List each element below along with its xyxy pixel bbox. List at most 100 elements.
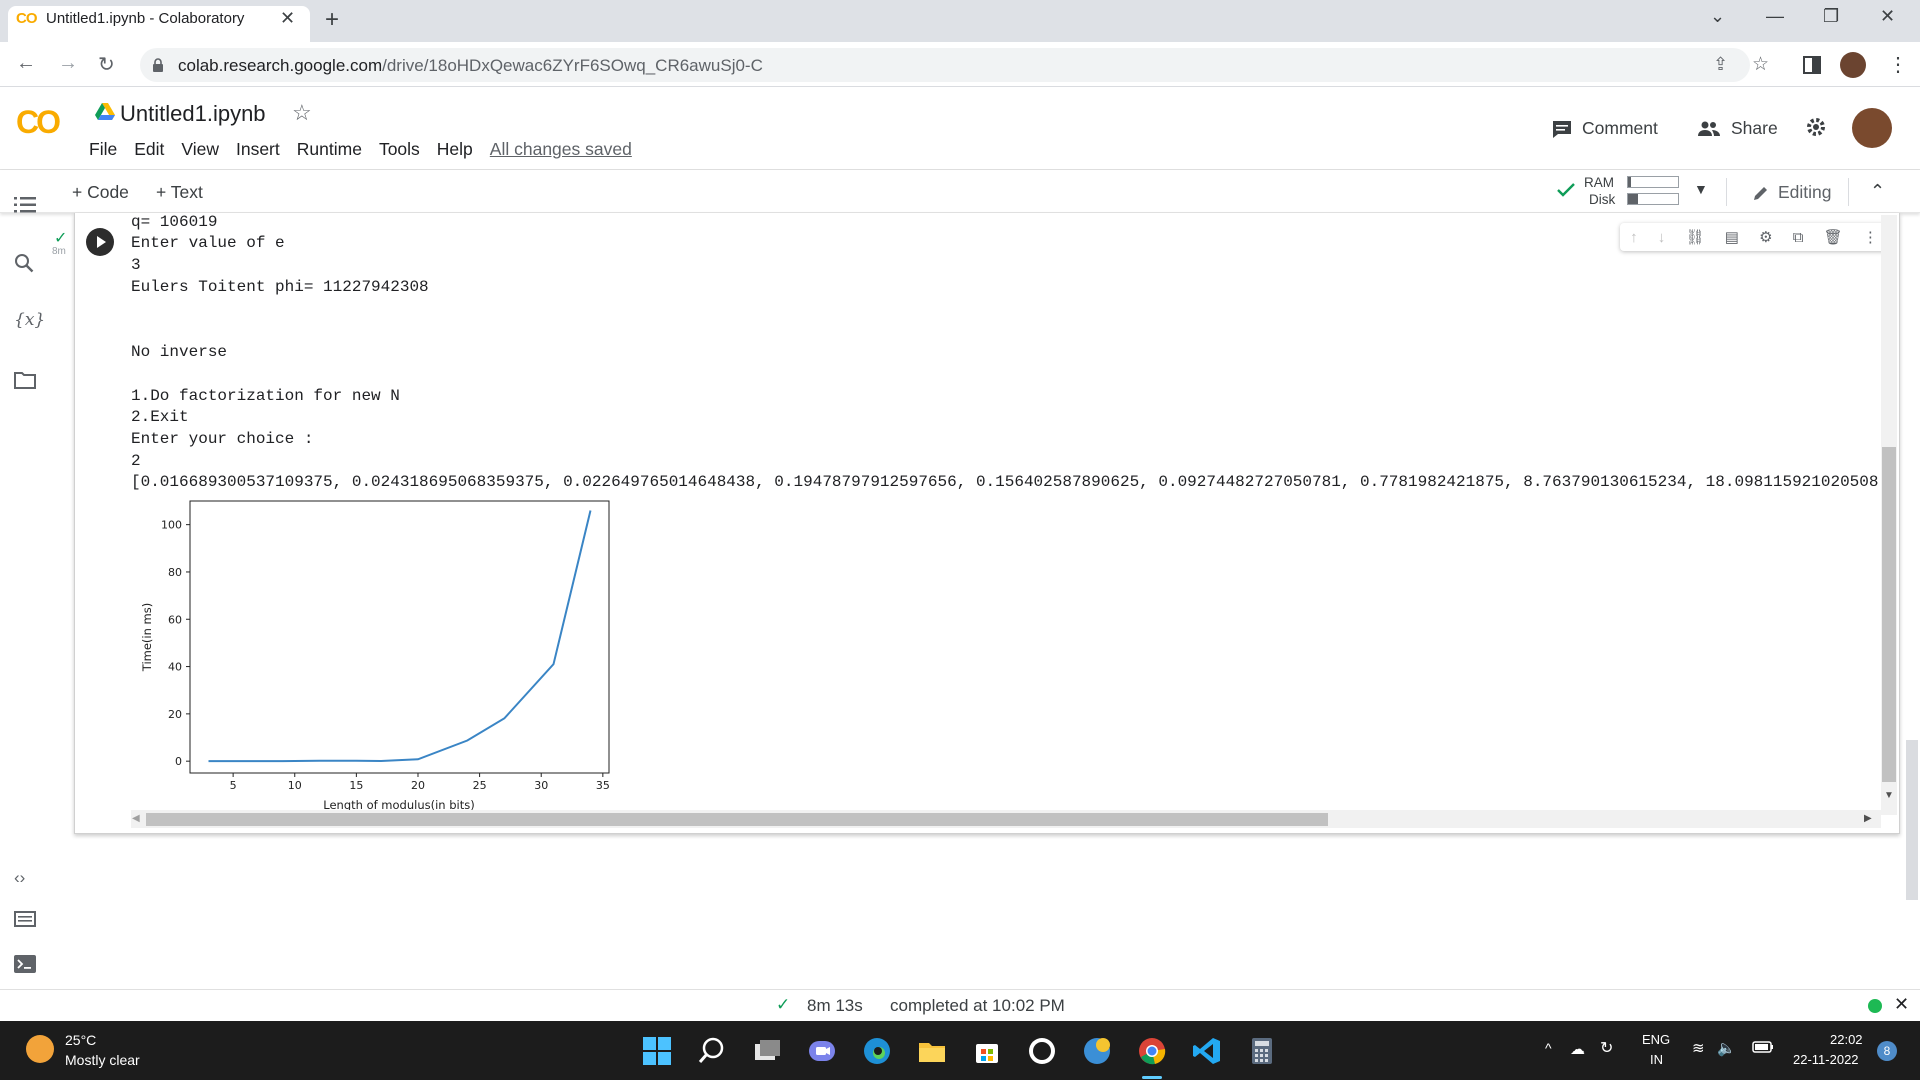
new-tab-plus-icon[interactable]: + (325, 6, 339, 34)
x-tick-label: 5 (230, 779, 237, 792)
ram-usage-bar[interactable] (1627, 176, 1679, 188)
notification-badge[interactable]: 8 (1877, 1041, 1897, 1061)
cell-more-dots-icon[interactable]: ⋮ (1863, 228, 1878, 246)
clock-date[interactable]: 22-11-2022 (1793, 1052, 1859, 1067)
share-page-icon[interactable]: ⇪ (1713, 54, 1728, 75)
menu-tools[interactable]: Tools (379, 139, 420, 160)
task-view-icon[interactable] (752, 1036, 782, 1066)
output-line: q= 106019 (131, 213, 218, 231)
lock-icon[interactable] (152, 58, 164, 72)
back-arrow-icon[interactable]: ← (16, 52, 36, 75)
bookmark-star-icon[interactable]: ☆ (1752, 53, 1769, 76)
move-down-arrow-icon[interactable]: ↓ (1658, 229, 1666, 246)
menu-help[interactable]: Help (437, 139, 473, 160)
y-tick-label: 100 (161, 519, 182, 532)
output-vertical-scroll-thumb[interactable] (1882, 447, 1896, 782)
reload-icon[interactable]: ↻ (98, 52, 115, 77)
add-text-button[interactable]: + Text (156, 182, 203, 203)
language-indicator-top[interactable]: ENG (1642, 1032, 1670, 1047)
status-check-icon: ✓ (776, 995, 791, 1014)
url-path: /drive/18oHDxQewac6ZYrF6SOwq_CR6awuSj0-C (382, 56, 763, 75)
onedrive-cloud-icon[interactable]: ☁ (1570, 1040, 1585, 1058)
output-horizontal-scroll-thumb[interactable] (146, 813, 1328, 826)
scroll-down-arrow-icon[interactable]: ▼ (1884, 790, 1894, 801)
calculator-icon[interactable] (1247, 1036, 1277, 1066)
x-axis-ticks: 5 10 15 20 25 30 35 (230, 773, 610, 792)
delete-trash-icon[interactable]: 🗑 (1824, 228, 1843, 246)
vscode-icon[interactable] (1192, 1036, 1222, 1066)
run-cell-play-button[interactable] (86, 228, 114, 256)
status-completed-text[interactable]: completed at 10:02 PM (890, 996, 1065, 1016)
table-of-contents-icon[interactable] (14, 196, 36, 214)
tab-close-icon[interactable]: ✕ (280, 8, 295, 29)
url-text[interactable]: colab.research.google.com/drive/18oHDxQe… (178, 56, 763, 76)
chrome-browser-icon[interactable] (1137, 1036, 1167, 1066)
editing-mode-button[interactable]: Editing (1752, 182, 1832, 203)
forward-arrow-icon[interactable]: → (58, 52, 78, 75)
resources-dropdown-icon[interactable]: ▼ (1694, 181, 1708, 197)
github-app-icon[interactable] (1027, 1036, 1057, 1066)
weather-moon-cloud-icon[interactable] (26, 1035, 54, 1063)
comment-cell-icon[interactable]: ▤ (1725, 228, 1739, 246)
connected-check-icon[interactable] (1556, 182, 1576, 198)
volume-icon[interactable]: 🔈 (1717, 1039, 1736, 1057)
settings-gear-icon[interactable] (1805, 116, 1827, 138)
restore-icon[interactable]: ❐ (1823, 6, 1839, 27)
microsoft-store-icon[interactable] (972, 1036, 1002, 1066)
comment-button[interactable]: Comment (1552, 118, 1658, 139)
browser-profile-avatar[interactable] (1840, 52, 1866, 78)
menu-file[interactable]: File (89, 139, 117, 160)
language-indicator-bottom[interactable]: IN (1650, 1052, 1663, 1067)
side-panel-icon[interactable] (1803, 56, 1821, 74)
edge-browser-icon[interactable] (862, 1036, 892, 1066)
tab-title[interactable]: Untitled1.ipynb - Colaboratory (46, 10, 244, 27)
tray-chevron-up-icon[interactable]: ^ (1545, 1040, 1552, 1056)
wifi-icon[interactable]: ≋ (1692, 1039, 1705, 1057)
mirror-cell-icon[interactable]: ⧉ (1793, 229, 1804, 246)
minimize-icon[interactable]: — (1766, 6, 1784, 27)
collapse-header-chevron-up-icon[interactable]: ⌃ (1870, 181, 1885, 202)
menu-edit[interactable]: Edit (134, 139, 164, 160)
scroll-left-arrow-icon[interactable]: ◀ (132, 813, 140, 824)
share-button[interactable]: Share (1697, 118, 1778, 139)
python-app-icon[interactable] (1082, 1036, 1112, 1066)
menu-runtime[interactable]: Runtime (297, 139, 362, 160)
files-folder-icon[interactable] (14, 371, 36, 389)
page-vertical-scroll-thumb[interactable] (1906, 740, 1918, 900)
save-status-link[interactable]: All changes saved (490, 139, 632, 160)
scroll-right-arrow-icon[interactable]: ▶ (1864, 813, 1872, 824)
menu-view[interactable]: View (181, 139, 219, 160)
runtime-connected-dot (1868, 999, 1882, 1013)
add-code-button[interactable]: + Code (72, 182, 129, 203)
status-close-icon[interactable]: ✕ (1894, 994, 1909, 1015)
cell-settings-gear-icon[interactable]: ⚙ (1759, 228, 1772, 246)
teams-chat-icon[interactable] (807, 1036, 837, 1066)
variables-icon[interactable]: {x} (14, 310, 45, 330)
weather-temperature[interactable]: 25°C (65, 1032, 96, 1048)
file-explorer-icon[interactable] (917, 1036, 947, 1066)
clock-time[interactable]: 22:02 (1830, 1032, 1863, 1047)
battery-icon[interactable] (1752, 1041, 1774, 1053)
output-line: Enter your choice : (131, 430, 314, 448)
command-palette-icon[interactable] (14, 911, 36, 927)
link-icon[interactable]: ⛓ (1685, 228, 1704, 246)
colab-logo[interactable]: CO (16, 104, 61, 141)
notebook-title[interactable]: Untitled1.ipynb (120, 101, 266, 127)
browser-menu-dots-icon[interactable]: ⋮ (1888, 52, 1908, 77)
weather-description[interactable]: Mostly clear (65, 1052, 140, 1068)
code-snippets-icon[interactable]: ‹› (14, 868, 25, 888)
star-notebook-icon[interactable]: ☆ (292, 100, 312, 126)
move-up-arrow-icon[interactable]: ↑ (1630, 229, 1638, 246)
search-icon[interactable] (14, 253, 34, 273)
windows-start-icon[interactable] (642, 1036, 672, 1066)
taskbar-search-icon[interactable] (697, 1036, 727, 1066)
user-avatar[interactable] (1852, 108, 1892, 148)
status-elapsed-time[interactable]: 8m 13s (807, 996, 863, 1016)
tab-search-chevron-down-icon[interactable]: ⌄ (1710, 6, 1725, 27)
sync-icon[interactable]: ↻ (1600, 1038, 1613, 1058)
terminal-icon[interactable] (14, 955, 36, 973)
menu-insert[interactable]: Insert (236, 139, 280, 160)
disk-usage-bar[interactable] (1627, 193, 1679, 205)
window-close-icon[interactable]: ✕ (1880, 6, 1895, 27)
cell-toolbar: ↑ ↓ ⛓ ▤ ⚙ ⧉ 🗑 ⋮ (1620, 223, 1888, 251)
